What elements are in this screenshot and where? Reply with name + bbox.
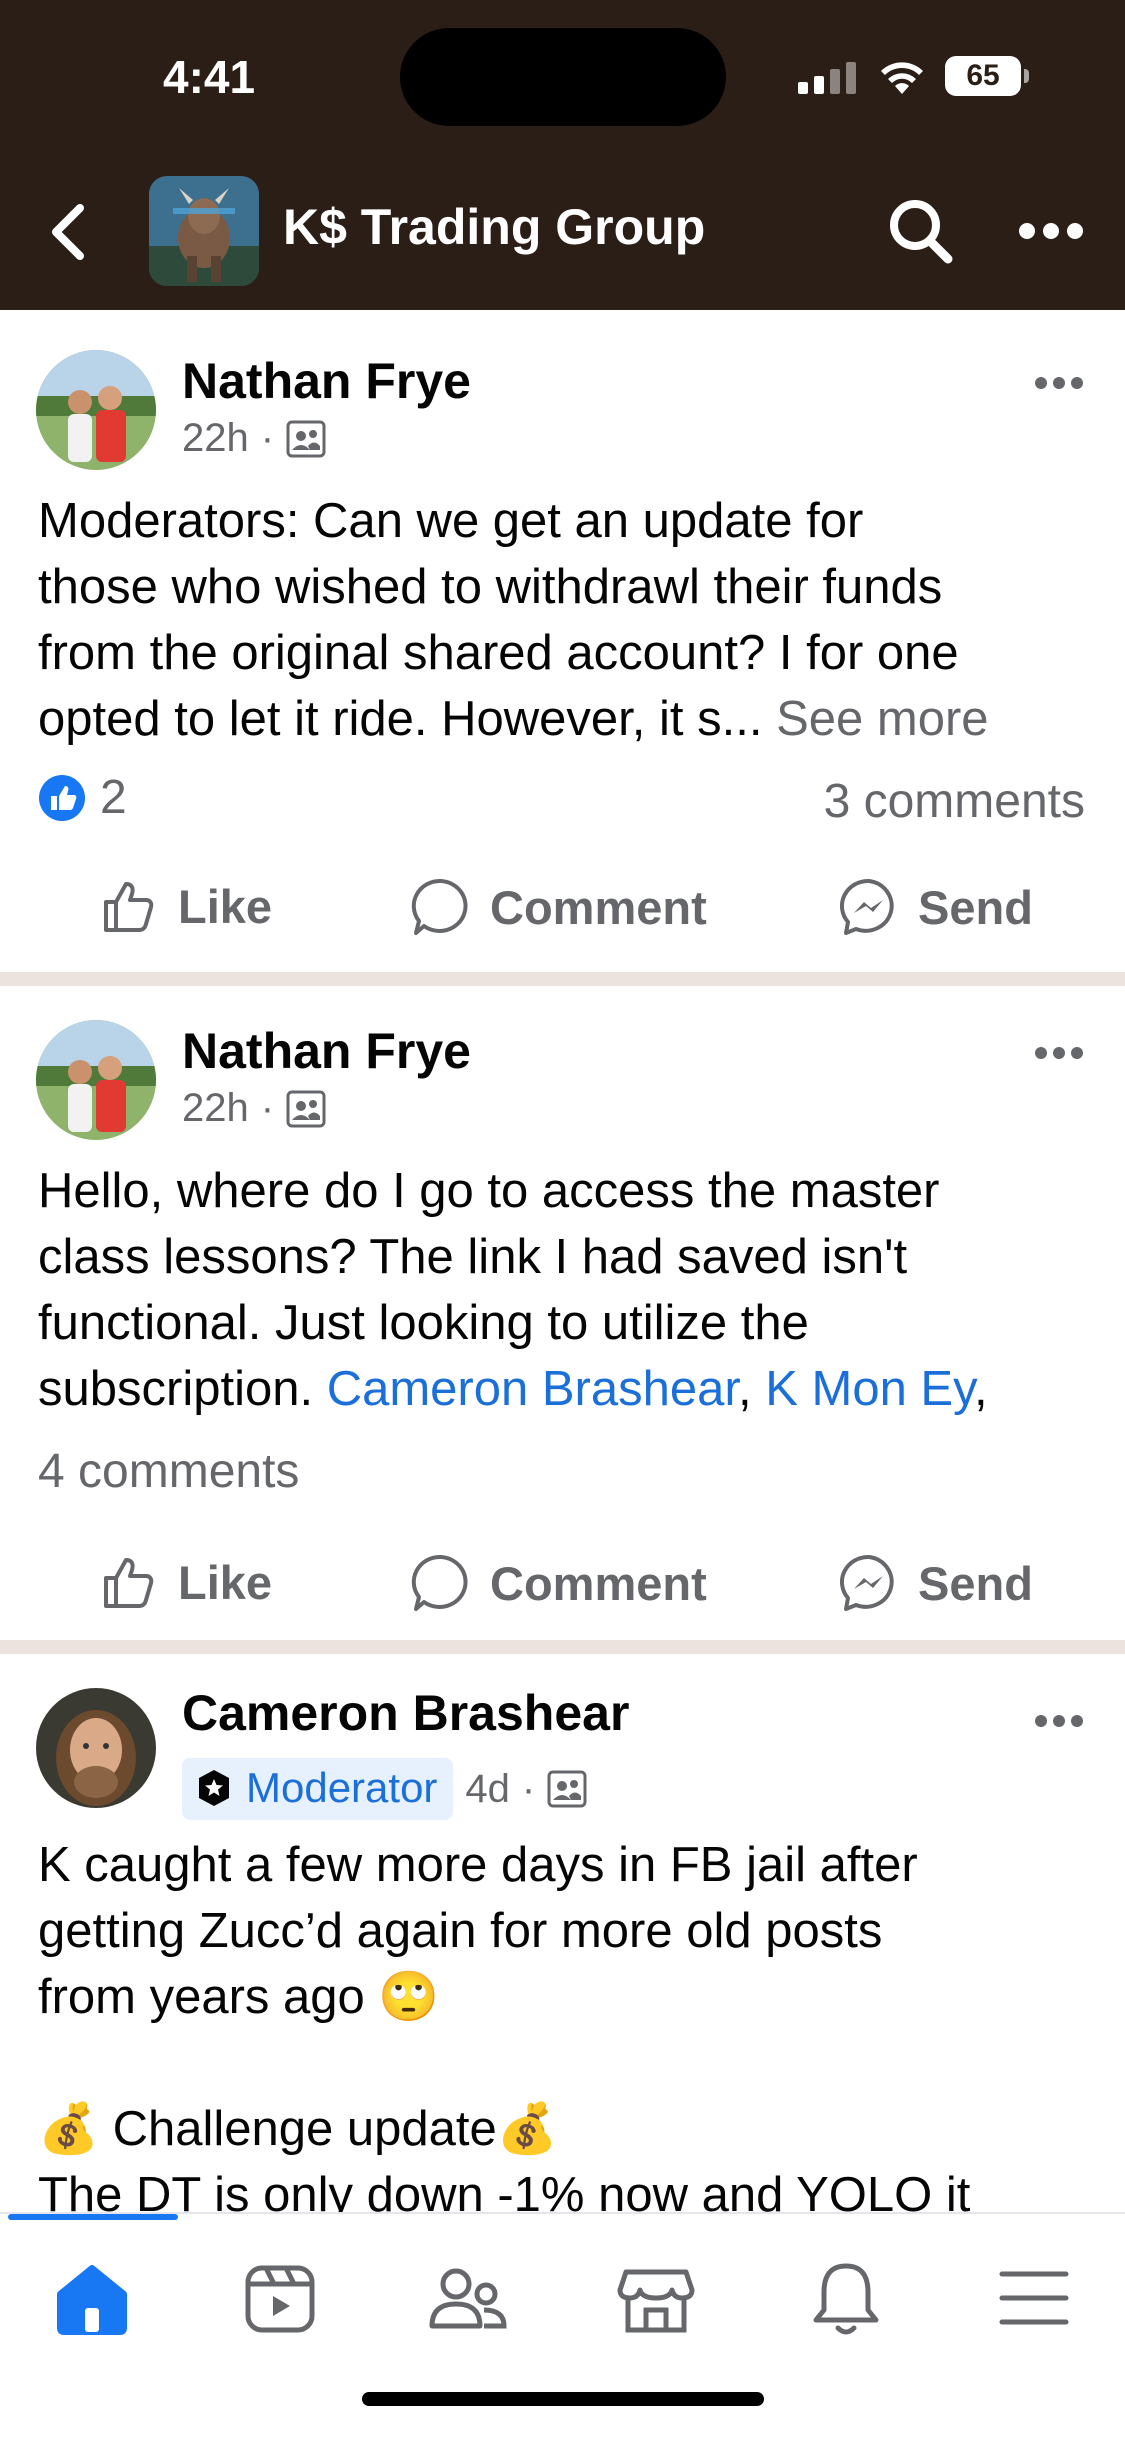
avatar-photo (36, 350, 156, 470)
menu-icon[interactable] (994, 2258, 1074, 2338)
top-bar: 4:41 65 K$ Trading Group (0, 0, 1125, 310)
messenger-icon (840, 878, 894, 935)
like-label: Like (178, 879, 273, 933)
comments-count[interactable]: 3 comments (824, 774, 1085, 829)
post-card: Nathan Frye 22h · Hello, where do I go t… (0, 986, 1125, 1640)
moderator-badge[interactable]: Moderator (182, 1758, 454, 1820)
like-label: Like (178, 1555, 273, 1609)
meta-separator: · (260, 416, 275, 460)
signal-icon (798, 62, 856, 94)
like-button[interactable]: Like (100, 1552, 272, 1612)
search-icon[interactable] (886, 196, 954, 266)
avatar-photo (36, 1688, 156, 1808)
group-members-icon (547, 1770, 587, 1808)
group-members-icon (286, 1090, 326, 1127)
mention-link[interactable]: K Mon Ey (765, 1362, 974, 1416)
reaction-summary[interactable]: 2 (38, 770, 127, 825)
comment-label: Comment (490, 1556, 707, 1610)
moderator-label: Moderator (246, 1764, 438, 1811)
post-time[interactable]: 22h (182, 416, 249, 461)
post-time[interactable]: 4d (465, 1767, 510, 1812)
send-label: Send (918, 1556, 1033, 1610)
home-icon[interactable] (52, 2258, 132, 2338)
author-avatar[interactable] (36, 1020, 156, 1140)
like-icon (104, 1558, 154, 1608)
comment-button[interactable]: Comment (410, 1552, 707, 1614)
post-card: Cameron Brashear Moderator 4d · K caught… (0, 1654, 1125, 2212)
post-actions: Like Comment Send (0, 876, 1125, 956)
groups-icon[interactable] (428, 2258, 508, 2338)
like-reaction-icon (39, 774, 85, 821)
group-avatar-image (149, 176, 259, 286)
back-button[interactable] (44, 200, 96, 264)
post-more-icon[interactable] (1034, 375, 1084, 391)
post-actions: Like Comment Send (0, 1552, 1125, 1632)
post-divider (0, 1640, 1125, 1654)
messenger-icon (840, 1554, 894, 1611)
home-indicator (362, 2392, 764, 2406)
send-button[interactable]: Send (838, 876, 1033, 938)
comment-label: Comment (490, 880, 707, 934)
post-divider (0, 972, 1125, 986)
group-members-icon (286, 420, 326, 457)
moderator-shield-icon (199, 1770, 229, 1806)
post-time[interactable]: 22h (182, 1086, 249, 1131)
avatar-photo (36, 1020, 156, 1140)
battery-level: 65 (966, 59, 1000, 92)
like-icon (104, 882, 154, 932)
author-avatar[interactable] (36, 1688, 156, 1808)
notifications-icon[interactable] (806, 2258, 886, 2338)
comment-button[interactable]: Comment (410, 876, 707, 938)
send-label: Send (918, 880, 1033, 934)
author-avatar[interactable] (36, 350, 156, 470)
author-name[interactable]: Cameron Brashear (182, 1684, 629, 1742)
post-more-icon[interactable] (1034, 1045, 1084, 1061)
status-time: 4:41 (163, 51, 256, 103)
see-more-link[interactable]: See more (776, 692, 988, 746)
post-card: Nathan Frye 22h · Moderators: Can we get… (0, 310, 1125, 972)
battery-indicator: 65 (945, 56, 1029, 96)
post-meta: Moderator 4d · (182, 1758, 587, 1820)
mention-trailing-comma: , (973, 1362, 988, 1416)
more-options-icon[interactable] (1018, 220, 1084, 242)
post-more-icon[interactable] (1034, 1713, 1084, 1729)
post-text: K caught a few more days in FB jail afte… (38, 1838, 971, 2212)
meta-separator: · (521, 1766, 536, 1811)
like-button[interactable]: Like (100, 876, 272, 936)
active-tab-indicator (8, 2214, 178, 2220)
author-name[interactable]: Nathan Frye (182, 1022, 471, 1080)
group-title[interactable]: K$ Trading Group (283, 198, 705, 256)
post-body: K caught a few more days in FB jail afte… (38, 1832, 1098, 2212)
marketplace-icon[interactable] (616, 2258, 696, 2338)
post-meta: 22h · (182, 1086, 326, 1131)
send-button[interactable]: Send (838, 1552, 1033, 1614)
video-icon[interactable] (240, 2258, 320, 2338)
post-meta: 22h · (182, 416, 326, 461)
reaction-count: 2 (100, 771, 127, 824)
comments-count[interactable]: 4 comments (38, 1444, 299, 1499)
mention-separator: , (737, 1362, 766, 1416)
mention-link[interactable]: Cameron Brashear (327, 1362, 738, 1416)
comment-icon (411, 878, 468, 935)
post-body: Hello, where do I go to access the maste… (38, 1158, 1098, 1422)
author-name[interactable]: Nathan Frye (182, 352, 471, 410)
comment-icon (411, 1554, 468, 1611)
dynamic-island (400, 28, 726, 126)
bottom-navigation (0, 2212, 1125, 2438)
post-body: Moderators: Can we get an update for tho… (38, 488, 1098, 752)
group-avatar[interactable] (149, 176, 259, 286)
wifi-icon (881, 62, 923, 94)
meta-separator: · (260, 1086, 275, 1130)
